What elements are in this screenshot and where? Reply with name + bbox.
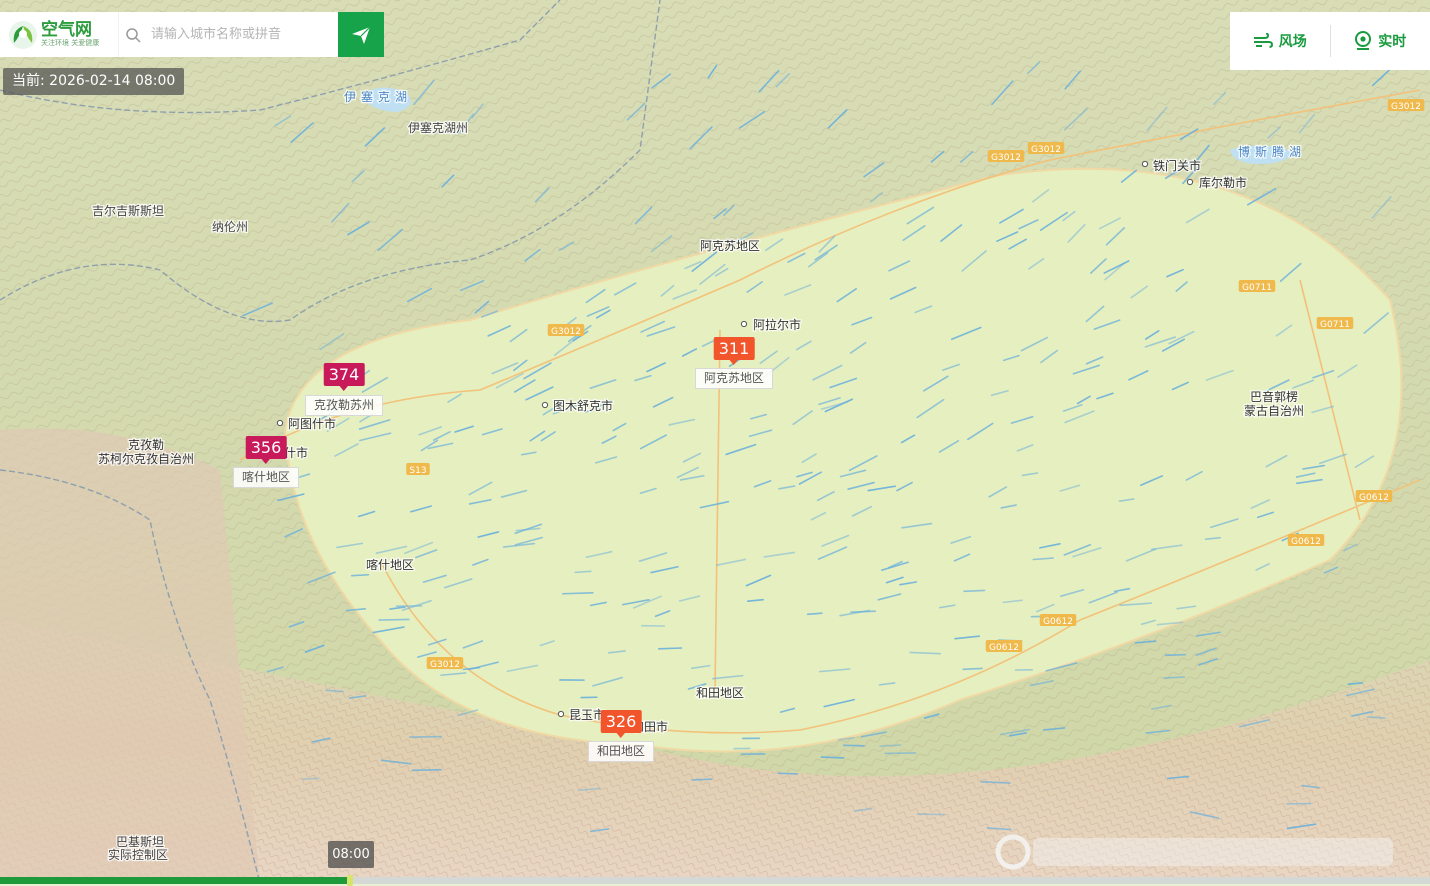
wind-streak bbox=[1164, 677, 1184, 678]
city-dot bbox=[741, 321, 746, 326]
place-label: 阿克苏地区 bbox=[700, 239, 760, 253]
leaf-logo-icon bbox=[8, 20, 38, 50]
road-shield-label: S13 bbox=[409, 466, 426, 476]
wind-streak bbox=[1166, 655, 1186, 656]
city-dot bbox=[1187, 179, 1192, 184]
place-label: 图木舒克市 bbox=[553, 398, 613, 413]
paper-plane-icon bbox=[350, 24, 372, 46]
wind-icon bbox=[1253, 33, 1273, 49]
place-label: 什市 bbox=[284, 445, 308, 460]
aqi-value: 311 bbox=[714, 337, 755, 360]
search-icon bbox=[125, 27, 141, 43]
city-dot bbox=[277, 420, 282, 425]
place-label: 昆玉市 bbox=[569, 707, 605, 722]
timeline-track[interactable] bbox=[0, 877, 1430, 884]
timeline-time-label: 08:00 bbox=[328, 841, 374, 868]
place-label: 巴基斯坦 bbox=[116, 835, 164, 849]
place-label: 伊塞克湖州 bbox=[408, 120, 468, 135]
wind-streak bbox=[303, 778, 319, 779]
aqi-value: 374 bbox=[324, 363, 365, 386]
road-shield-label: G0711 bbox=[1320, 320, 1350, 330]
region-name: 和田地区 bbox=[588, 741, 654, 762]
place-label: 伊塞克湖 bbox=[344, 89, 412, 104]
wind-streak bbox=[1368, 717, 1385, 718]
road-shield-label: G0711 bbox=[1242, 283, 1272, 293]
wind-streak bbox=[963, 668, 982, 669]
place-label: 库尔勒市 bbox=[1199, 175, 1247, 190]
place-label: 巴音郭楞 bbox=[1250, 389, 1298, 404]
wind-streak bbox=[964, 590, 984, 591]
place-label: 吉尔吉斯斯坦 bbox=[92, 203, 164, 218]
place-label: 博斯腾湖 bbox=[1238, 144, 1306, 159]
place-label: 苏柯尔克孜自治州 bbox=[98, 451, 194, 466]
wind-streak bbox=[413, 770, 441, 771]
road-shield-label: G3012 bbox=[991, 153, 1021, 163]
logo[interactable]: 空气网 关注环境 关爱健康 bbox=[0, 12, 118, 57]
logo-title: 空气网 bbox=[41, 21, 99, 39]
road-shield-label: G0612 bbox=[1043, 617, 1073, 627]
road-shield-label: G3012 bbox=[551, 327, 581, 337]
wind-streak bbox=[410, 737, 441, 738]
wind-streak bbox=[821, 757, 843, 758]
place-label: 克孜勒 bbox=[128, 438, 164, 452]
watermark-logo bbox=[993, 834, 1418, 870]
wind-field-button[interactable]: 风场 bbox=[1230, 31, 1330, 51]
road-shield-label: G3012 bbox=[1031, 145, 1061, 155]
wind-streak bbox=[692, 779, 712, 780]
aqi-value: 356 bbox=[246, 436, 287, 459]
region-name: 喀什地区 bbox=[233, 467, 299, 488]
region-name: 克孜勒苏州 bbox=[305, 395, 383, 416]
wind-streak bbox=[352, 575, 369, 576]
city-dot bbox=[1142, 161, 1147, 166]
realtime-label: 实时 bbox=[1378, 31, 1406, 51]
mode-switcher: 风场 实时 bbox=[1230, 12, 1430, 70]
place-label: 纳伦州 bbox=[212, 219, 248, 234]
road-shield-label: G0612 bbox=[1359, 493, 1389, 503]
place-label: 阿图什市 bbox=[288, 416, 336, 431]
realtime-button[interactable]: 实时 bbox=[1331, 31, 1430, 51]
wind-streak bbox=[844, 745, 864, 746]
map-canvas[interactable]: 伊塞克湖伊塞克湖州吉尔吉斯斯坦纳伦州阿克苏地区阿拉尔市图木舒克市阿图什市克孜勒苏… bbox=[0, 0, 1430, 884]
timeline-handle[interactable] bbox=[347, 875, 353, 886]
wind-field-label: 风场 bbox=[1279, 31, 1307, 51]
road-shield-label: G3012 bbox=[1391, 102, 1421, 112]
wind-streak bbox=[575, 571, 591, 572]
wind-streak bbox=[379, 619, 409, 620]
place-label: 蒙古自治州 bbox=[1244, 403, 1304, 418]
top-search-bar: 空气网 关注环境 关爱健康 bbox=[0, 12, 384, 57]
city-dot bbox=[558, 711, 563, 716]
region-name: 阿克苏地区 bbox=[695, 368, 773, 389]
aqi-value: 326 bbox=[601, 710, 642, 733]
road-shield-label: G0612 bbox=[989, 643, 1019, 653]
logo-subtitle: 关注环境 关爱健康 bbox=[41, 39, 99, 48]
place-label: 实际控制区 bbox=[108, 847, 168, 862]
wind-streak bbox=[778, 773, 797, 774]
place-label: 阿拉尔市 bbox=[753, 317, 801, 332]
search-box bbox=[118, 12, 338, 57]
wind-streak bbox=[659, 648, 682, 649]
city-search-input[interactable] bbox=[149, 26, 333, 43]
location-pin-icon bbox=[1354, 31, 1372, 51]
place-label: 铁门关市 bbox=[1153, 158, 1201, 173]
current-time-badge: 当前: 2026-02-14 08:00 bbox=[3, 68, 184, 95]
place-label: 喀什地区 bbox=[366, 558, 414, 572]
city-dot bbox=[542, 402, 547, 407]
road-shield-label: G3012 bbox=[430, 660, 460, 670]
road-shield-label: G0612 bbox=[1291, 537, 1321, 547]
place-label: 和田地区 bbox=[696, 686, 744, 700]
timeline-progress bbox=[0, 877, 350, 884]
pamir-mountains bbox=[0, 428, 260, 884]
search-submit-button[interactable] bbox=[338, 12, 384, 57]
wind-streak bbox=[808, 613, 822, 614]
wind-streak bbox=[563, 593, 593, 594]
